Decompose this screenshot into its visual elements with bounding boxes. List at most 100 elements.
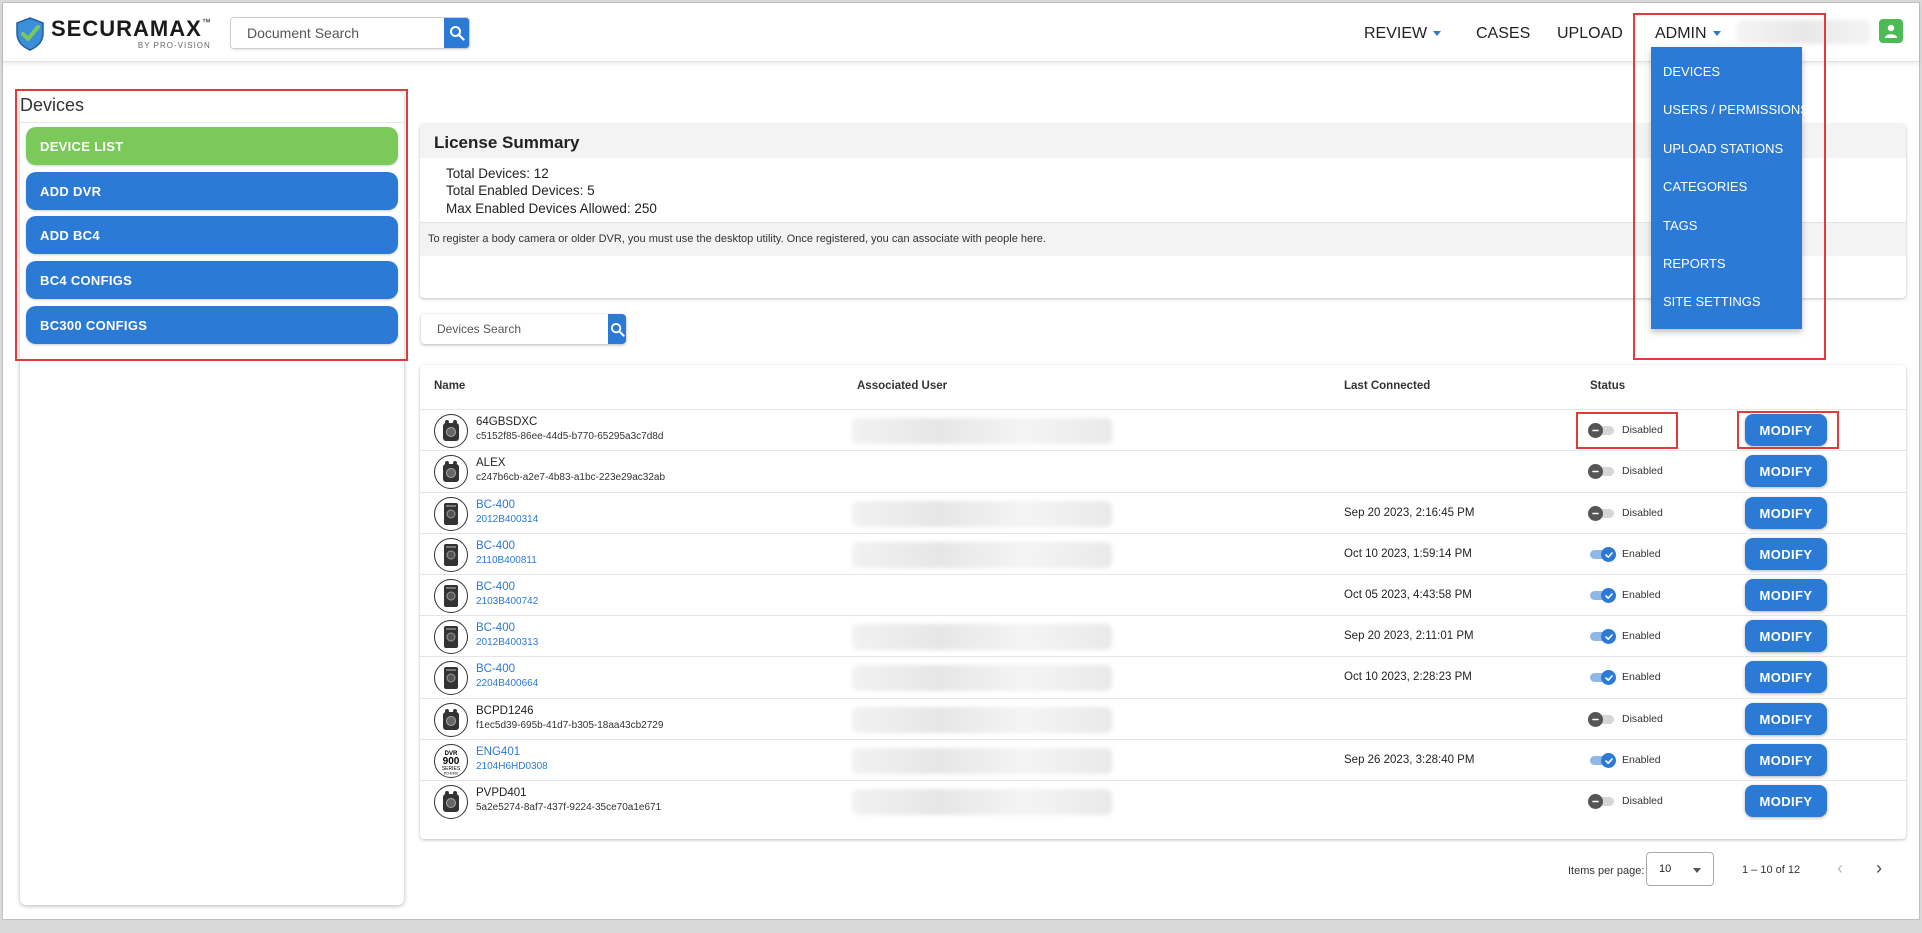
logo-trademark: ™ [201,17,211,27]
admin-menu-upload-stations[interactable]: UPLOAD STATIONS [1663,141,1783,156]
sidebar-item-device-list[interactable]: DEVICE LIST [26,127,398,165]
status-toggle[interactable] [1588,670,1616,685]
modify-button[interactable]: MODIFY [1745,744,1827,776]
associated-user-blurred [852,707,1112,733]
status-toggle[interactable] [1588,547,1616,562]
check-icon [1601,547,1616,562]
status-toggle[interactable] [1588,753,1616,768]
device-id[interactable]: 2110B400811 [476,555,537,566]
modify-button[interactable]: MODIFY [1745,414,1827,446]
device-id[interactable]: 2104H6HD0308 [476,761,548,772]
table-row: ALEX c247b6cb-a2e7-4b83-a1bc-223e29ac32ab… [420,450,1906,491]
nav-admin[interactable]: ADMIN [1655,25,1721,43]
column-header-name: Name [434,380,466,392]
next-page-button[interactable]: › [1876,858,1882,879]
total-enabled-devices: Total Enabled Devices: 5 [446,183,595,198]
status-toggle[interactable] [1588,423,1616,438]
status-toggle[interactable] [1588,794,1616,809]
sidebar-item-add-dvr[interactable]: ADD DVR [26,172,398,210]
modify-button[interactable]: MODIFY [1745,538,1827,570]
associated-user-blurred [852,542,1112,568]
device-name[interactable]: BC-400 [476,581,515,593]
nav-upload-label: UPLOAD [1557,25,1623,42]
modify-button[interactable]: MODIFY [1745,785,1827,817]
devices-search-button[interactable] [608,314,626,344]
nav-cases-label: CASES [1476,25,1531,42]
devices-table: Name Associated User Last Connected Stat… [420,365,1906,839]
status-toggle[interactable] [1588,464,1616,479]
check-icon [1601,670,1616,685]
nav-cases[interactable]: CASES [1476,25,1530,43]
admin-menu-categories[interactable]: CATEGORIES [1663,179,1747,194]
sidebar-item-add-bc4[interactable]: ADD BC4 [26,216,398,254]
devices-search [421,314,626,344]
table-row: BC-400 2012B400314 Sep 20 2023, 2:16:45 PM… [420,492,1906,533]
total-devices: Total Devices: 12 [446,166,549,181]
status-toggle[interactable] [1588,506,1616,521]
admin-menu-users-permissions[interactable]: USERS / PERMISSIONS [1663,102,1809,117]
modify-button[interactable]: MODIFY [1745,579,1827,611]
status-label: Enabled [1622,589,1661,601]
chevron-down-icon [1433,31,1442,37]
status-toggle[interactable] [1588,588,1616,603]
previous-page-button[interactable]: ‹ [1837,858,1843,879]
status-toggle[interactable] [1588,629,1616,644]
device-name[interactable]: BC-400 [476,663,515,675]
device-name[interactable]: ENG401 [476,746,520,758]
securamax-logo[interactable]: SECURAMAX™ BY PRO-VISION [15,16,211,52]
device-name[interactable]: BC-400 [476,540,515,552]
sidebar-item-label: ADD BC4 [40,227,100,243]
status-toggle[interactable] [1588,712,1616,727]
document-search-button[interactable] [444,18,469,48]
associated-user-blurred [852,748,1112,774]
sidebar-item-label: BC4 CONFIGS [40,272,133,288]
pagination-range: 1 – 10 of 12 [1742,864,1801,876]
nav-review[interactable]: REVIEW [1364,25,1442,43]
bodycam-bc400-icon [434,538,468,572]
modify-button[interactable]: MODIFY [1745,661,1827,693]
last-connected: Oct 10 2023, 1:59:14 PM [1344,548,1472,560]
admin-menu-reports[interactable]: REPORTS [1663,256,1726,271]
logo-title: SECURAMAX [51,16,202,41]
device-id[interactable]: 2204B400664 [476,678,538,689]
minus-icon [1588,464,1603,479]
shield-check-icon [16,17,44,51]
sidebar-item-label: ADD DVR [40,183,102,199]
nav-upload[interactable]: UPLOAD [1557,25,1623,43]
devices-search-input[interactable] [421,314,608,344]
device-id[interactable]: 2012B400314 [476,514,538,525]
device-id[interactable]: 2103B400742 [476,596,538,607]
modify-button[interactable]: MODIFY [1745,703,1827,735]
app-window: SECURAMAX™ BY PRO-VISION REVIEW CASES UP… [2,2,1920,920]
admin-dropdown-menu: DEVICES USERS / PERMISSIONS UPLOAD STATI… [1651,47,1809,329]
associated-user-blurred [852,418,1112,444]
bodycam-icon [434,455,468,489]
admin-menu-tags[interactable]: TAGS [1663,218,1697,233]
device-id: c5152f85-86ee-44d5-b770-65295a3c7d8d [476,431,664,442]
modify-button[interactable]: MODIFY [1745,497,1827,529]
document-search-input[interactable] [231,18,444,48]
chevron-down-icon [1712,31,1721,37]
admin-menu-devices[interactable]: DEVICES [1663,64,1720,79]
registration-note: To register a body camera or older DVR, … [428,233,1046,245]
check-icon [1601,753,1616,768]
minus-icon [1588,794,1603,809]
license-summary-title: License Summary [434,133,580,152]
status-label: Disabled [1622,507,1663,519]
user-name-blurred[interactable] [1736,20,1871,44]
device-id[interactable]: 2012B400313 [476,637,538,648]
modify-button[interactable]: MODIFY [1745,620,1827,652]
items-per-page-select[interactable]: 10 [1646,852,1714,886]
bodycam-icon [434,785,468,819]
admin-menu-site-settings[interactable]: SITE SETTINGS [1663,294,1761,309]
modify-button[interactable]: MODIFY [1745,455,1827,487]
sidebar-item-bc4-configs[interactable]: BC4 CONFIGS [26,261,398,299]
table-row: DVR 900 SERIES PD-E900 ENG401 2104H6HD0308 Sep… [420,739,1906,780]
user-account-icon[interactable] [1879,19,1903,43]
nav-admin-label: ADMIN [1655,25,1707,42]
sidebar-item-bc300-configs[interactable]: BC300 CONFIGS [26,306,398,344]
device-name[interactable]: BC-400 [476,499,515,511]
device-name[interactable]: BC-400 [476,622,515,634]
bodycam-bc400-icon [434,579,468,613]
dvr-badge-tiny: PD-E900 [444,772,458,776]
